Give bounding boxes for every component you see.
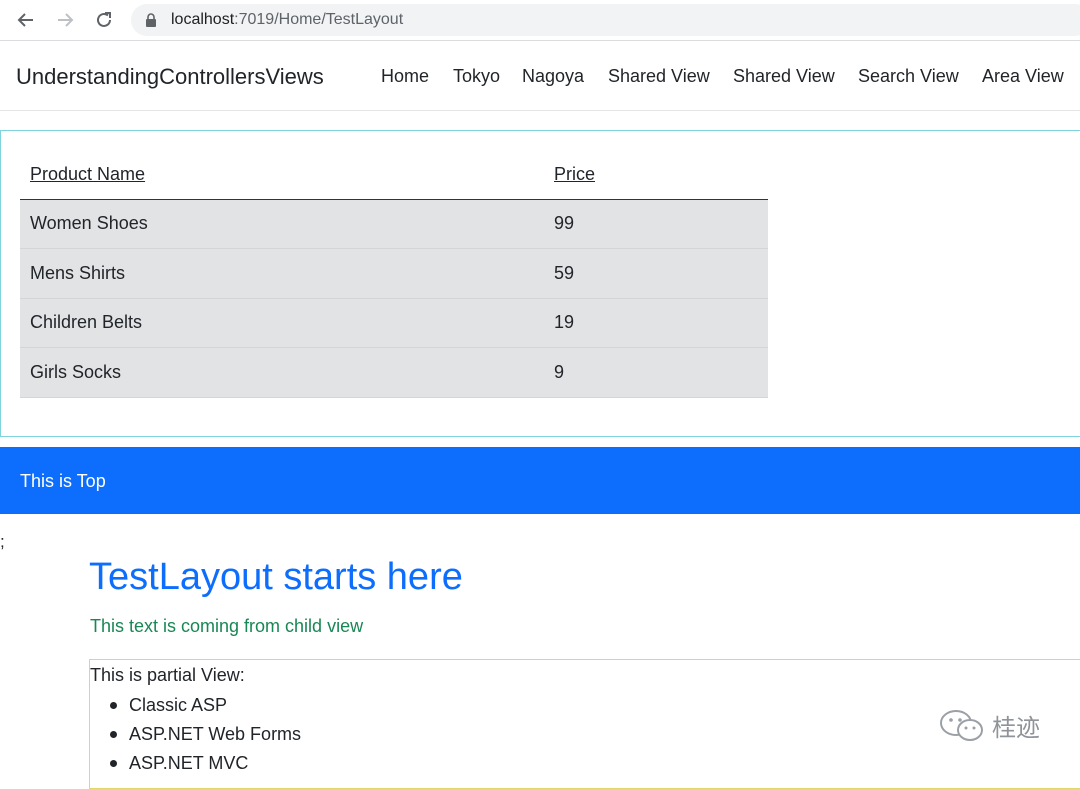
watermark-text: 桂迹 bbox=[992, 714, 1040, 742]
product-price-cell: 19 bbox=[544, 298, 768, 348]
arrow-left-icon bbox=[17, 13, 33, 27]
product-name-cell: Mens Shirts bbox=[20, 248, 544, 299]
top-banner: This is Top bbox=[0, 447, 1080, 514]
nav-link-home[interactable]: Home bbox=[381, 66, 429, 87]
table-header-row: Product Name Price bbox=[20, 151, 768, 200]
navbar-brand[interactable]: UnderstandingControllersViews bbox=[16, 64, 324, 90]
watermark: 桂迹 bbox=[938, 708, 1040, 743]
product-price-cell: 99 bbox=[544, 199, 768, 249]
url-path: :7019/Home/TestLayout bbox=[234, 11, 404, 28]
table-row: Mens Shirts 59 bbox=[20, 248, 768, 299]
product-price-cell: 59 bbox=[544, 248, 768, 299]
browser-toolbar: localhost:7019/Home/TestLayout bbox=[0, 0, 1080, 41]
product-price-cell: 9 bbox=[544, 347, 768, 398]
url-host: localhost bbox=[171, 11, 235, 28]
table-row: Girls Socks 9 bbox=[20, 347, 768, 398]
product-name-cell: Women Shoes bbox=[20, 199, 544, 249]
product-name-cell: Children Belts bbox=[20, 298, 544, 348]
product-name-cell: Girls Socks bbox=[20, 347, 544, 398]
back-button[interactable] bbox=[13, 7, 39, 33]
app-navbar: UnderstandingControllersViews Home Tokyo… bbox=[0, 42, 1080, 111]
products-table: Product Name Price Women Shoes 99 Mens S… bbox=[20, 151, 768, 398]
list-item: Classic ASP bbox=[90, 694, 301, 723]
address-bar[interactable]: localhost:7019/Home/TestLayout bbox=[131, 4, 1080, 36]
child-view-text: This text is coming from child view bbox=[90, 616, 364, 636]
header-product-name[interactable]: Product Name bbox=[20, 151, 544, 200]
reload-button[interactable] bbox=[91, 7, 117, 33]
forward-button[interactable] bbox=[52, 7, 78, 33]
nav-link-search-view[interactable]: Search View bbox=[858, 66, 959, 87]
nav-link-nagoya[interactable]: Nagoya bbox=[522, 66, 584, 87]
list-item: ASP.NET Web Forms bbox=[90, 723, 301, 752]
partial-view-title: This is partial View: bbox=[90, 665, 245, 685]
page-title: TestLayout starts here bbox=[89, 556, 463, 598]
stray-text: ; bbox=[0, 532, 5, 551]
nav-link-area-view[interactable]: Area View bbox=[982, 66, 1064, 87]
arrow-right-icon bbox=[58, 13, 74, 27]
nav-link-shared-view[interactable]: Shared View bbox=[608, 66, 710, 87]
nav-link-tokyo[interactable]: Tokyo bbox=[453, 66, 500, 87]
nav-link-shared-view-2[interactable]: Shared View bbox=[733, 66, 835, 87]
header-price[interactable]: Price bbox=[544, 151, 768, 200]
top-banner-text: This is Top bbox=[20, 471, 106, 491]
reload-icon bbox=[97, 12, 111, 27]
url-text[interactable]: localhost:7019/Home/TestLayout bbox=[171, 11, 403, 29]
list-item: ASP.NET MVC bbox=[90, 752, 301, 781]
lock-icon bbox=[146, 13, 156, 27]
table-row: Women Shoes 99 bbox=[20, 199, 768, 249]
tech-list: Classic ASP ASP.NET Web Forms ASP.NET MV… bbox=[90, 694, 301, 781]
table-row: Children Belts 19 bbox=[20, 298, 768, 348]
wechat-icon bbox=[940, 709, 983, 741]
